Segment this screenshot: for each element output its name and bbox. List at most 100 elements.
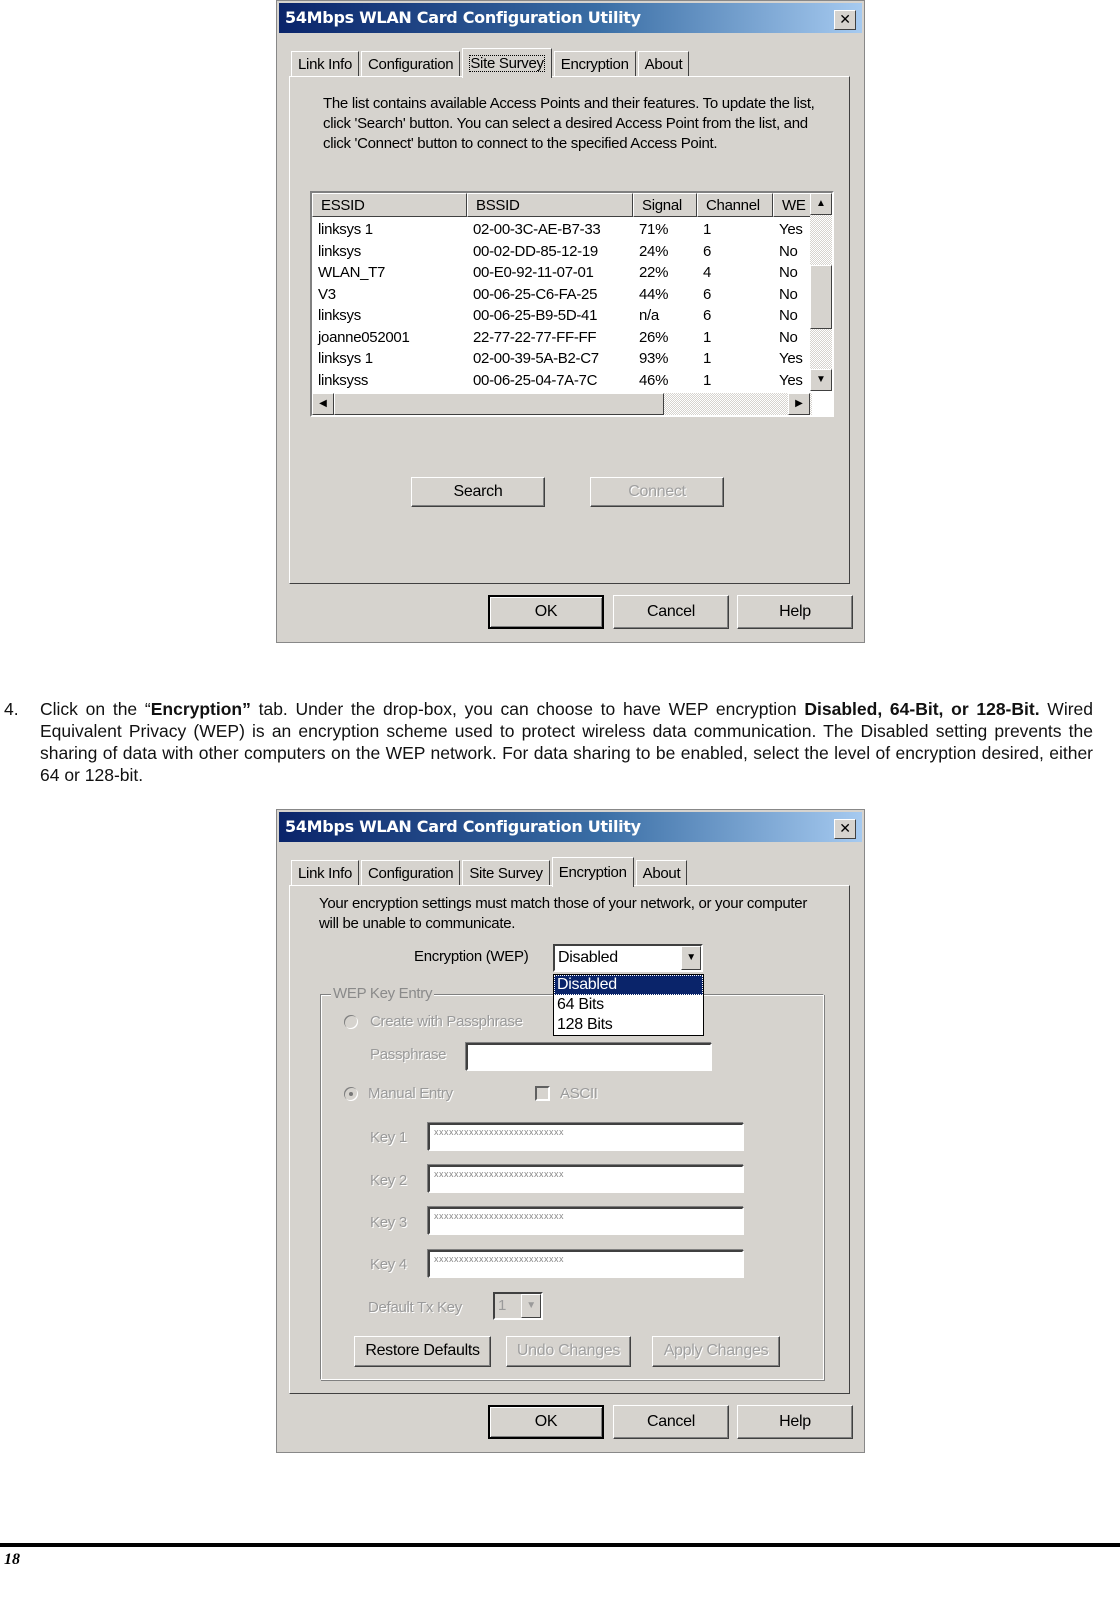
cell-wep: Yes: [779, 221, 803, 238]
tab-about[interactable]: About: [637, 51, 690, 77]
window-title: 54Mbps WLAN Card Configuration Utility: [285, 8, 641, 27]
encryption-wep-select[interactable]: Disabled ▼: [553, 944, 703, 972]
chevron-down-icon[interactable]: ▼: [521, 1294, 541, 1318]
table-row[interactable]: V3 00-06-25-C6-FA-25 44% 6 No: [312, 284, 813, 306]
help-button[interactable]: Help: [737, 595, 853, 629]
table-row[interactable]: linksyss 00-06-25-04-7A-7C 46% 1 Yes: [312, 370, 813, 392]
scroll-left-icon[interactable]: ◀: [312, 393, 334, 415]
tab-label: About: [644, 56, 683, 73]
cell-essid: joanne052001: [318, 328, 410, 346]
step-number: 4.: [4, 699, 19, 719]
cell-wep: No: [779, 307, 798, 324]
dropdown-option[interactable]: 64 Bits: [554, 995, 703, 1015]
tab-label: Configuration: [368, 865, 454, 882]
wep-key-entry-label: WEP Key Entry: [331, 985, 435, 1003]
cancel-button[interactable]: Cancel: [613, 1405, 729, 1439]
tab-about[interactable]: About: [635, 860, 688, 886]
tab-label: Site Survey: [469, 865, 543, 882]
scroll-right-icon[interactable]: ▶: [788, 393, 810, 415]
table-row[interactable]: linksys 00-02-DD-85-12-19 24% 6 No: [312, 241, 813, 263]
cancel-button[interactable]: Cancel: [613, 595, 729, 629]
vertical-scroll-thumb[interactable]: [810, 265, 832, 329]
vertical-scrollbar[interactable]: ▲ ▼: [810, 193, 832, 391]
key-3-input[interactable]: xxxxxxxxxxxxxxxxxxxxxxxxxx: [428, 1207, 744, 1235]
cell-bssid: 00-06-25-C6-FA-25: [473, 285, 598, 303]
dropdown-option[interactable]: 128 Bits: [554, 1015, 703, 1035]
close-icon[interactable]: ✕: [834, 10, 856, 30]
horizontal-scroll-thumb[interactable]: [334, 393, 664, 415]
table-row[interactable]: linksys 00-06-25-B9-5D-41 n/a 6 No: [312, 305, 813, 327]
table-row[interactable]: linksys 1 02-00-39-5A-B2-C7 93% 1 Yes: [312, 348, 813, 370]
column-header-bssid[interactable]: BSSID: [467, 193, 633, 217]
column-header-channel[interactable]: Channel: [697, 193, 773, 217]
cell-signal: 22%: [639, 264, 669, 281]
title-bar[interactable]: 54Mbps WLAN Card Configuration Utility ✕: [279, 812, 862, 842]
scroll-down-icon[interactable]: ▼: [810, 369, 832, 391]
tab-panel: The list contains available Access Point…: [289, 76, 850, 584]
cell-essid: linksys: [318, 242, 361, 260]
tab-link-info[interactable]: Link Info: [291, 860, 360, 886]
search-button[interactable]: Search: [411, 477, 545, 507]
cell-essid: V3: [318, 285, 336, 303]
create-passphrase-radio[interactable]: [344, 1015, 358, 1029]
create-passphrase-label: Create with Passphrase: [370, 1013, 523, 1030]
restore-defaults-button[interactable]: Restore Defaults: [354, 1336, 491, 1367]
tab-configuration[interactable]: Configuration: [361, 51, 461, 77]
cell-channel: 1: [703, 371, 712, 389]
tab-encryption[interactable]: Encryption: [553, 51, 636, 77]
scroll-up-icon[interactable]: ▲: [810, 193, 832, 215]
table-row[interactable]: WLAN_T7 00-E0-92-11-07-01 22% 4 No: [312, 262, 813, 284]
ok-button[interactable]: OK: [488, 1405, 604, 1439]
cell-essid: linksys 1: [318, 221, 373, 238]
passphrase-label: Passphrase: [370, 1046, 447, 1063]
key-2-label: Key 2: [370, 1172, 407, 1189]
title-bar[interactable]: 54Mbps WLAN Card Configuration Utility ✕: [279, 3, 862, 33]
column-header-signal[interactable]: Signal: [633, 193, 697, 217]
cell-wep: No: [779, 264, 798, 281]
help-button[interactable]: Help: [737, 1405, 853, 1439]
manual-entry-radio[interactable]: [344, 1087, 358, 1101]
cell-wep: No: [779, 242, 798, 260]
tab-bar: Link Info Configuration Site Survey Encr…: [291, 856, 689, 887]
cell-channel: 1: [703, 328, 712, 346]
encryption-wep-value: Disabled: [558, 949, 618, 966]
connect-button[interactable]: Connect: [590, 477, 724, 507]
cell-signal: n/a: [639, 307, 659, 324]
key-4-input[interactable]: xxxxxxxxxxxxxxxxxxxxxxxxxx: [428, 1250, 744, 1278]
cell-essid: linksys 1: [318, 350, 373, 367]
tab-site-survey[interactable]: Site Survey: [462, 860, 550, 886]
ok-button[interactable]: OK: [488, 595, 604, 629]
key-3-label: Key 3: [370, 1214, 407, 1231]
chevron-down-icon[interactable]: ▼: [681, 946, 701, 970]
encryption-description: Your encryption settings must match thos…: [319, 895, 808, 932]
table-row[interactable]: joanne052001 22-77-22-77-FF-FF 26% 1 No: [312, 327, 813, 349]
default-tx-key-value: 1: [498, 1297, 507, 1314]
horizontal-scrollbar[interactable]: ◀ ▶: [312, 393, 812, 415]
cell-essid: linksys: [318, 307, 361, 324]
encryption-wep-label: Encryption (WEP): [414, 948, 529, 965]
column-header-wep[interactable]: WE: [773, 193, 813, 217]
dropdown-option[interactable]: Disabled: [554, 975, 703, 995]
passphrase-input[interactable]: [466, 1043, 712, 1071]
cell-bssid: 00-06-25-B9-5D-41: [473, 307, 598, 324]
close-icon[interactable]: ✕: [834, 819, 856, 839]
tab-link-info[interactable]: Link Info: [291, 51, 360, 77]
encryption-dialog: 54Mbps WLAN Card Configuration Utility ✕…: [276, 809, 865, 1453]
column-header-essid[interactable]: ESSID: [312, 193, 467, 217]
table-row[interactable]: linksys 1 02-00-3C-AE-B7-33 71% 1 Yes: [312, 219, 813, 241]
access-point-list[interactable]: ESSID BSSID Signal Channel WE linksys 1 0…: [310, 191, 834, 417]
key-2-input[interactable]: xxxxxxxxxxxxxxxxxxxxxxxxxx: [428, 1165, 744, 1193]
apply-changes-button[interactable]: Apply Changes: [652, 1336, 780, 1367]
undo-changes-button[interactable]: Undo Changes: [506, 1336, 631, 1367]
list-header: ESSID BSSID Signal Channel WE: [312, 193, 813, 217]
default-tx-key-select[interactable]: 1 ▼: [493, 1292, 543, 1320]
page-number: 18: [4, 1551, 20, 1568]
cell-channel: 1: [703, 221, 712, 238]
cell-channel: 6: [703, 242, 712, 260]
key-1-input[interactable]: xxxxxxxxxxxxxxxxxxxxxxxxxx: [428, 1123, 744, 1151]
ascii-checkbox[interactable]: [535, 1086, 550, 1101]
tab-encryption[interactable]: Encryption: [551, 857, 634, 887]
tab-site-survey[interactable]: Site Survey: [462, 48, 552, 78]
tab-configuration[interactable]: Configuration: [361, 860, 461, 886]
encryption-wep-dropdown-list[interactable]: Disabled 64 Bits 128 Bits: [553, 974, 704, 1036]
